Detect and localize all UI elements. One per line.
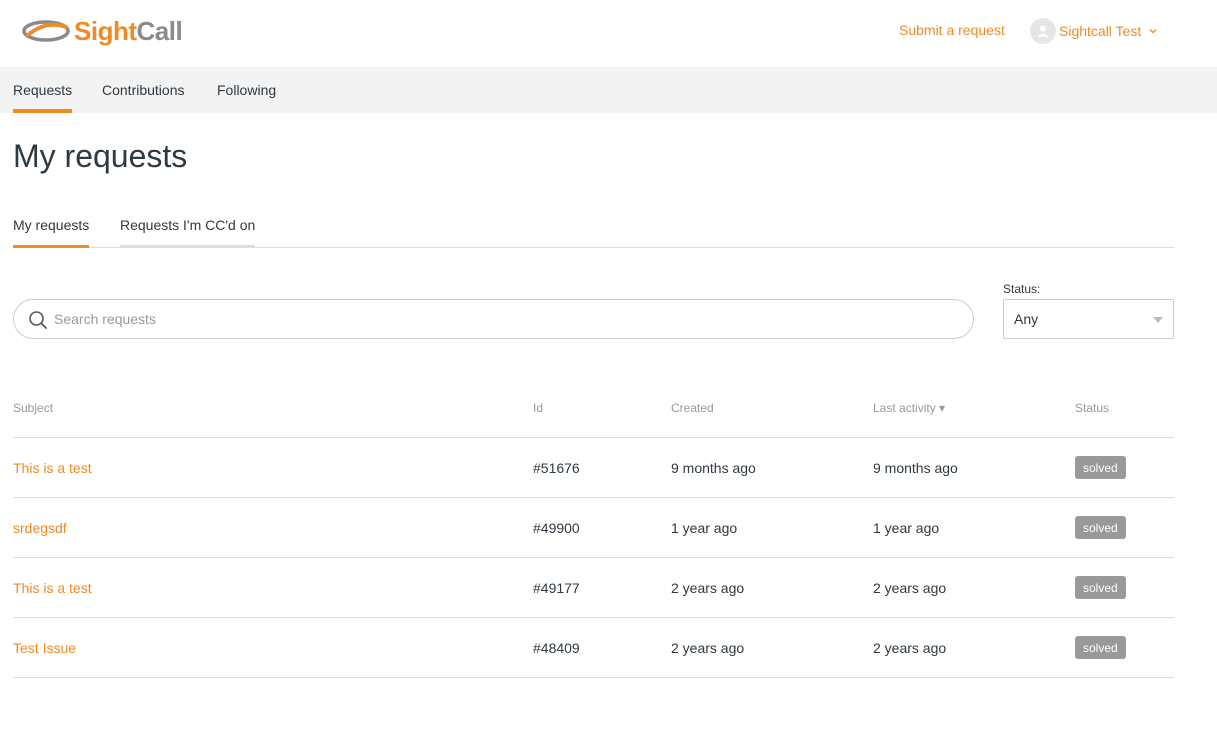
request-created: 2 years ago: [671, 640, 745, 656]
user-menu[interactable]: Sightcall Test: [1030, 18, 1157, 44]
status-badge: solved: [1075, 636, 1126, 659]
search-box[interactable]: [13, 299, 974, 339]
user-avatar-icon: [1030, 18, 1056, 44]
request-tabs: My requests Requests I'm CC'd on: [13, 208, 1174, 248]
table-row: Test Issue #48409 2 years ago 2 years ag…: [13, 618, 1174, 678]
request-created: 2 years ago: [671, 580, 745, 596]
table-row: This is a test #51676 9 months ago 9 mon…: [13, 438, 1174, 498]
nav-item-contributions[interactable]: Contributions: [102, 67, 185, 113]
search-input[interactable]: [54, 300, 954, 338]
request-subject-link[interactable]: srdegsdf: [13, 520, 67, 536]
swoosh-logo-icon: [22, 20, 70, 42]
request-subject-link[interactable]: This is a test: [13, 460, 92, 476]
request-last-activity: 2 years ago: [873, 580, 947, 596]
site-header: SightCall Submit a request Sightcall Tes…: [0, 0, 1217, 67]
request-last-activity: 1 year ago: [873, 520, 940, 536]
request-last-activity: 2 years ago: [873, 640, 947, 656]
user-name: Sightcall Test: [1059, 23, 1142, 39]
tab-my-requests[interactable]: My requests: [13, 208, 90, 248]
table-row: This is a test #49177 2 years ago 2 year…: [13, 558, 1174, 618]
column-header-status[interactable]: Status: [1075, 401, 1109, 415]
column-header-subject[interactable]: Subject: [13, 401, 53, 415]
table-row: srdegsdf #49900 1 year ago 1 year ago so…: [13, 498, 1174, 558]
request-subject-link[interactable]: This is a test: [13, 580, 92, 596]
column-header-id[interactable]: Id: [533, 401, 543, 415]
search-icon: [28, 310, 48, 335]
page-title: My requests: [13, 138, 188, 174]
status-badge: solved: [1075, 456, 1126, 479]
request-id: #49900: [533, 520, 580, 536]
request-id: #48409: [533, 640, 580, 656]
tab-cc-requests[interactable]: Requests I'm CC'd on: [120, 208, 256, 248]
logo-text: SightCall: [74, 15, 183, 46]
submit-request-link[interactable]: Submit a request: [899, 22, 1005, 38]
table-header: Subject Id Created Last activity ▾ Statu…: [13, 379, 1174, 438]
chevron-down-icon: [1149, 28, 1157, 34]
request-created: 1 year ago: [671, 520, 738, 536]
caret-down-icon: [1153, 317, 1163, 323]
requests-table: Subject Id Created Last activity ▾ Statu…: [13, 379, 1174, 678]
sightcall-logo[interactable]: SightCall: [22, 14, 183, 48]
request-id: #49177: [533, 580, 580, 596]
column-header-last-activity[interactable]: Last activity ▾: [873, 401, 945, 415]
status-filter-select[interactable]: Any: [1003, 299, 1174, 339]
status-badge: solved: [1075, 576, 1126, 599]
nav-item-requests[interactable]: Requests: [13, 67, 73, 113]
request-last-activity: 9 months ago: [873, 460, 958, 476]
nav-item-following[interactable]: Following: [217, 67, 276, 113]
request-id: #51676: [533, 460, 580, 476]
request-created: 9 months ago: [671, 460, 756, 476]
status-filter-value: Any: [1014, 311, 1039, 327]
request-subject-link[interactable]: Test Issue: [13, 640, 76, 656]
status-badge: solved: [1075, 516, 1126, 539]
status-filter-label: Status:: [1003, 282, 1041, 296]
column-header-created[interactable]: Created: [671, 401, 714, 415]
profile-nav: Requests Contributions Following: [0, 67, 1217, 113]
